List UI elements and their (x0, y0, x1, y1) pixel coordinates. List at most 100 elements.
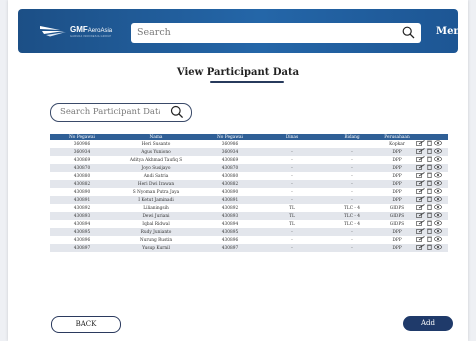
edit-icon[interactable] (416, 164, 425, 172)
table-row[interactable]: 430869 Aditya Akhmad Taufiq S 430869- - DPP (50, 156, 448, 164)
cell-no-pegawai-2: 360934 (198, 148, 262, 156)
trash-icon[interactable] (427, 228, 432, 236)
cell-bidang: - (322, 164, 382, 172)
cell-no-pegawai: 430892 (50, 204, 114, 212)
table-row[interactable]: 430893 Dewi Juriani 430893 TL TLC - 4 GIDPS (50, 212, 448, 220)
cell-bidang: - (322, 148, 382, 156)
eye-icon[interactable] (434, 140, 442, 148)
eye-icon[interactable] (434, 180, 442, 188)
add-button[interactable]: Add (403, 316, 453, 331)
cell-dinas: - (262, 156, 322, 164)
table-row[interactable]: 430894 Iqbal Ridwal 430894 TL TLC - 4 GIDPS (50, 220, 448, 228)
table-row[interactable]: 430892 Lilianingsih 430892 TL TLC - 4 GIDPS (50, 204, 448, 212)
edit-icon[interactable] (416, 236, 425, 244)
trash-icon[interactable] (427, 220, 432, 228)
edit-icon[interactable] (416, 172, 425, 180)
trash-icon[interactable] (427, 156, 432, 164)
table-row[interactable]: 360986 Heri Susanto 360986 Kopkar (50, 140, 448, 148)
cell-no-pegawai: 430891 (50, 196, 114, 204)
edit-icon[interactable] (416, 196, 425, 204)
back-button[interactable]: BACK (51, 316, 121, 333)
table-row[interactable]: 430882 Heri Dwi Irawan 430882- - DPP (50, 180, 448, 188)
table-row[interactable]: 430895 Rudy Junianto 430895- - DPP (50, 228, 448, 236)
col-header-perusahaan[interactable]: Perusahaan (382, 134, 412, 140)
title-underline (210, 81, 284, 83)
edit-icon[interactable] (416, 244, 425, 252)
global-search-input[interactable] (137, 25, 377, 39)
cell-nama: Lilianingsih (114, 204, 198, 212)
cell-no-pegawai-2: 360986 (198, 140, 262, 148)
table-row[interactable]: 430890 S Nyoman Putra Jaya 430890- - DPP (50, 188, 448, 196)
table-row[interactable]: 430896 Nurung Rustin 430896- - DPP (50, 236, 448, 244)
eye-icon[interactable] (434, 244, 442, 252)
cell-nama: Aditya Akhmad Taufiq S (114, 156, 198, 164)
edit-icon[interactable] (416, 180, 425, 188)
participant-search-input[interactable] (60, 106, 160, 118)
edit-icon[interactable] (416, 228, 425, 236)
search-icon[interactable] (170, 105, 184, 119)
row-actions (412, 156, 448, 164)
trash-icon[interactable] (427, 172, 432, 180)
cell-bidang: - (322, 236, 382, 244)
search-icon[interactable] (402, 26, 415, 39)
eye-icon[interactable] (434, 212, 442, 220)
table-row[interactable]: 430870 Joyo Susijayo 430870- - DPP (50, 164, 448, 172)
row-actions (412, 188, 448, 196)
cell-bidang: - (322, 188, 382, 196)
cell-no-pegawai: 360934 (50, 148, 114, 156)
company-logo[interactable]: GMFAeroAsia GARUDA INDONESIA GROUP (40, 23, 130, 41)
table-row[interactable]: 360934 Agus Yuniono 360934- - DPP (50, 148, 448, 156)
trash-icon[interactable] (427, 236, 432, 244)
cell-no-pegawai-2: 430896 (198, 236, 262, 244)
cell-dinas: - (262, 164, 322, 172)
cell-no-pegawai: 430870 (50, 164, 114, 172)
cell-no-pegawai: 430880 (50, 172, 114, 180)
edit-icon[interactable] (416, 204, 425, 212)
trash-icon[interactable] (427, 180, 432, 188)
edit-icon[interactable] (416, 188, 425, 196)
cell-no-pegawai-2: 430890 (198, 188, 262, 196)
cell-nama: Yusup Kurnil (114, 244, 198, 252)
trash-icon[interactable] (427, 164, 432, 172)
cell-dinas: - (262, 148, 322, 156)
eye-icon[interactable] (434, 188, 442, 196)
cell-no-pegawai-2: 430880 (198, 172, 262, 180)
edit-icon[interactable] (416, 212, 425, 220)
trash-icon[interactable] (427, 212, 432, 220)
app-header: GMFAeroAsia GARUDA INDONESIA GROUP Menu (18, 9, 468, 53)
cell-bidang: TLC - 4 (322, 212, 382, 220)
eye-icon[interactable] (434, 220, 442, 228)
eye-icon[interactable] (434, 204, 442, 212)
row-actions (412, 228, 448, 236)
edit-icon[interactable] (416, 148, 425, 156)
cell-no-pegawai: 430897 (50, 244, 114, 252)
eye-icon[interactable] (434, 172, 442, 180)
table-row[interactable]: 430897 Yusup Kurnil 430897- - DPP (50, 244, 448, 252)
edit-icon[interactable] (416, 156, 425, 164)
logo-text: GMFAeroAsia (70, 25, 113, 34)
eye-icon[interactable] (434, 164, 442, 172)
trash-icon[interactable] (427, 140, 432, 148)
edit-icon[interactable] (416, 220, 425, 228)
trash-icon[interactable] (427, 244, 432, 252)
cell-dinas (262, 140, 322, 148)
eye-icon[interactable] (434, 236, 442, 244)
eye-icon[interactable] (434, 228, 442, 236)
edit-icon[interactable] (416, 140, 425, 148)
cell-no-pegawai: 430895 (50, 228, 114, 236)
trash-icon[interactable] (427, 148, 432, 156)
table-row[interactable]: 430880 Andi Satria 430880- - DPP (50, 172, 448, 180)
eye-icon[interactable] (434, 196, 442, 204)
row-actions (412, 212, 448, 220)
menu-button[interactable]: Menu (436, 26, 468, 37)
table-row[interactable]: 430891 I Ketut Jaminadi 430891- - DPP (50, 196, 448, 204)
eye-icon[interactable] (434, 156, 442, 164)
cell-perusahaan: DPP (382, 172, 412, 180)
cell-nama: Heri Susanto (114, 140, 198, 148)
page: GMFAeroAsia GARUDA INDONESIA GROUP Menu … (8, 0, 468, 341)
trash-icon[interactable] (427, 204, 432, 212)
trash-icon[interactable] (427, 188, 432, 196)
trash-icon[interactable] (427, 196, 432, 204)
cell-no-pegawai: 360986 (50, 140, 114, 148)
eye-icon[interactable] (434, 148, 442, 156)
